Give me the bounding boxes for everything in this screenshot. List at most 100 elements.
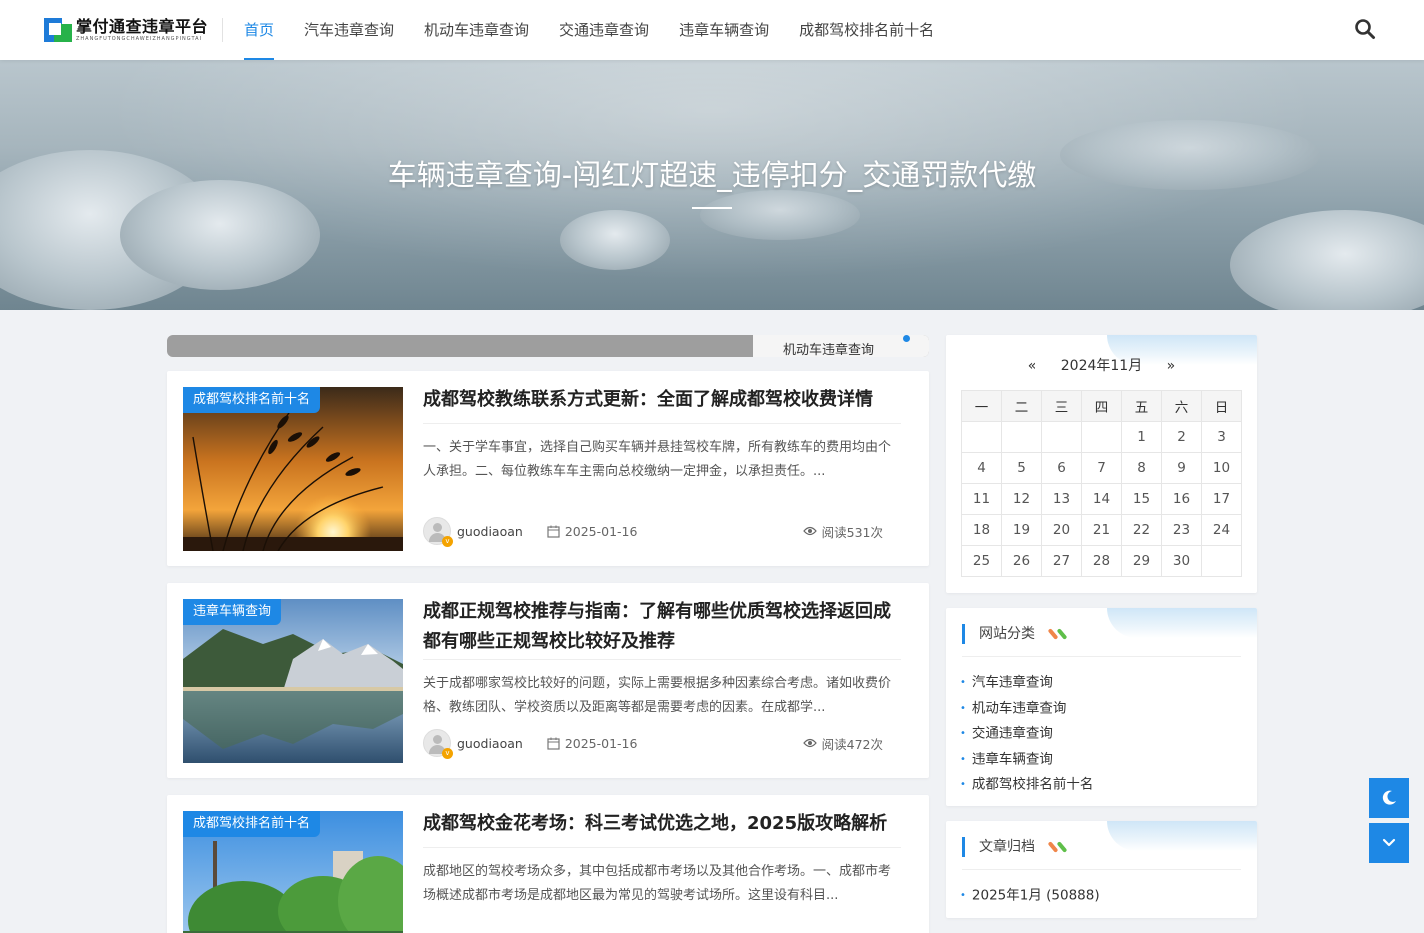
calendar-day: 3	[1201, 421, 1242, 453]
calendar-day: 16	[1161, 483, 1202, 515]
image-slider[interactable]: 机动车违章查询	[167, 335, 929, 357]
title-decoration-icon	[1048, 837, 1069, 857]
avatar[interactable]: v	[423, 729, 453, 759]
calendar-weekday: 四	[1081, 390, 1122, 422]
post-excerpt: 一、关于学车事宜，选择自己购买车辆并悬挂驾校车牌，所有教练车的费用均由个人承担。…	[423, 440, 892, 479]
calendar-day: 25	[961, 545, 1002, 577]
title-decoration-icon	[1048, 624, 1069, 644]
calendar-day: 18	[961, 514, 1002, 546]
site-header: 掌付通查违章平台 ZHANGFUTONGCHAWEIZHANGPINGTAI 首…	[0, 0, 1424, 60]
logo-title: 掌付通查违章平台	[76, 17, 209, 36]
calendar-day: 1	[1121, 421, 1162, 453]
banner-island	[700, 190, 860, 240]
post-card: 成都驾校排名前十名 成都驾校教练联系方式更新：全面了解成都驾校收费详情 一、关于…	[167, 371, 929, 566]
chevron-down-icon	[1382, 838, 1396, 847]
category-item[interactable]: 交通违章查询	[960, 721, 1093, 747]
post-excerpt: 成都地区的驾校考场众多，其中包括成都市考场以及其他合作考场。一、成都市考场概述成…	[423, 864, 892, 903]
category-item[interactable]: 违章车辆查询	[960, 747, 1093, 773]
post-divider	[423, 659, 901, 660]
calendar-day	[1041, 421, 1082, 453]
post-views: 阅读531次	[821, 524, 883, 540]
banner-title: 车辆违章查询-闯红灯超速_违停扣分_交通罚款代缴	[387, 158, 1037, 192]
calendar-day: 17	[1201, 483, 1242, 515]
nav-item-vehicle-query[interactable]: 违章车辆查询	[679, 0, 769, 60]
post-meta: v guodiaoan 2025-01-16 阅读472次	[423, 728, 883, 759]
calendar-day: 9	[1161, 452, 1202, 484]
calendar-day: 6	[1041, 452, 1082, 484]
calendar-day: 12	[1001, 483, 1042, 515]
post-date: 2025-01-16	[564, 523, 638, 539]
category-list: 汽车违章查询 机动车违章查询 交通违章查询 违章车辆查询 成都驾校排名前十名	[960, 670, 1094, 798]
post-title[interactable]: 成都驾校金花考场：科三考试优选之地，2025版攻略解析	[423, 809, 901, 839]
calendar-day: 29	[1121, 545, 1162, 577]
hero-banner: 车辆违章查询-闯红灯超速_违停扣分_交通罚款代缴	[0, 60, 1424, 310]
calendar-day: 5	[1001, 452, 1042, 484]
widget-cloud-decoration	[1107, 608, 1257, 638]
search-icon[interactable]	[1354, 18, 1376, 40]
calendar-day: 30	[1161, 545, 1202, 577]
post-category-tag[interactable]: 违章车辆查询	[183, 599, 282, 625]
post-date-wrap: 2025-01-16	[547, 523, 638, 539]
archive-item[interactable]: 2025年1月 (50888)	[960, 883, 1100, 909]
post-divider	[423, 423, 901, 424]
calendar-day	[1081, 421, 1122, 453]
archive-title: 文章归档	[979, 839, 1035, 855]
post-card: 成都驾校排名前十名 成都驾校金花考场：科三考试优选之地，2025版攻略解析 成都…	[167, 795, 929, 933]
avatar[interactable]: v	[423, 517, 453, 547]
calendar-day: 27	[1041, 545, 1082, 577]
post-views-wrap: 阅读531次	[802, 522, 883, 541]
post-views: 阅读472次	[821, 736, 883, 752]
post-author[interactable]: guodiaoan	[457, 524, 523, 539]
banner-underline	[692, 207, 732, 209]
post-category-tag[interactable]: 成都驾校排名前十名	[183, 811, 321, 837]
calendar-day: 23	[1161, 514, 1202, 546]
calendar-weekday: 二	[1001, 390, 1042, 422]
calendar-day: 20	[1041, 514, 1082, 546]
calendar-weekday: 日	[1201, 390, 1242, 422]
nav-item-traffic-violation[interactable]: 交通违章查询	[559, 0, 649, 60]
category-item[interactable]: 机动车违章查询	[960, 696, 1093, 722]
nav-item-car-violation[interactable]: 汽车违章查询	[304, 0, 394, 60]
calendar-day: 28	[1081, 545, 1122, 577]
calendar-weekday: 一	[961, 390, 1002, 422]
site-logo[interactable]: 掌付通查违章平台 ZHANGFUTONGCHAWEIZHANGPINGTAI	[44, 16, 208, 44]
calendar-day: 21	[1081, 514, 1122, 546]
calendar-day: 11	[961, 483, 1002, 515]
calendar-prev-button[interactable]: «	[1028, 358, 1037, 374]
post-title[interactable]: 成都驾校教练联系方式更新：全面了解成都驾校收费详情	[423, 385, 901, 415]
banner-island	[560, 210, 670, 270]
calendar-day: 26	[1001, 545, 1042, 577]
widget-cloud-decoration	[1107, 821, 1257, 851]
widget-title: 文章归档	[962, 837, 1069, 857]
widget-title: 网站分类	[962, 624, 1069, 644]
dark-mode-button[interactable]	[1369, 778, 1409, 818]
scroll-down-button[interactable]	[1369, 823, 1409, 863]
calendar-widget: « 2024年11月 » 一 二 三 四 五 六 日 1 2 3 4 5 6 7…	[946, 335, 1257, 593]
calendar-weekday: 三	[1041, 390, 1082, 422]
calendar-icon	[547, 525, 560, 538]
slide-image-alt: 机动车违章查询	[783, 343, 875, 357]
post-category-tag[interactable]: 成都驾校排名前十名	[183, 387, 321, 413]
calendar-day: 4	[961, 452, 1002, 484]
calendar-day	[1001, 421, 1042, 453]
nav-item-driving-school-rank[interactable]: 成都驾校排名前十名	[799, 0, 934, 60]
eye-icon	[802, 526, 817, 536]
moon-icon	[1382, 790, 1396, 805]
nav-item-home[interactable]: 首页	[244, 0, 275, 60]
calendar-icon	[547, 737, 560, 750]
category-item[interactable]: 成都驾校排名前十名	[960, 772, 1094, 798]
archive-widget: 文章归档 2025年1月 (50888)	[946, 821, 1257, 918]
post-date: 2025-01-16	[564, 735, 638, 751]
calendar-day: 15	[1121, 483, 1162, 515]
slider-dot[interactable]	[903, 335, 910, 342]
post-excerpt: 关于成都哪家驾校比较好的问题，实际上需要根据多种因素综合考虑。诸如收费价格、教练…	[423, 676, 892, 715]
calendar-weekday: 五	[1121, 390, 1162, 422]
post-title[interactable]: 成都正规驾校推荐与指南：了解有哪些优质驾校选择返回成都有哪些正规驾校比较好及推荐	[423, 597, 901, 657]
calendar-month: 2024年11月	[1060, 358, 1143, 374]
post-divider	[423, 847, 901, 848]
calendar-next-button[interactable]: »	[1167, 358, 1176, 374]
calendar-day: 7	[1081, 452, 1122, 484]
category-item[interactable]: 汽车违章查询	[960, 670, 1093, 696]
nav-item-motor-violation[interactable]: 机动车违章查询	[424, 0, 529, 60]
post-author[interactable]: guodiaoan	[457, 736, 523, 751]
